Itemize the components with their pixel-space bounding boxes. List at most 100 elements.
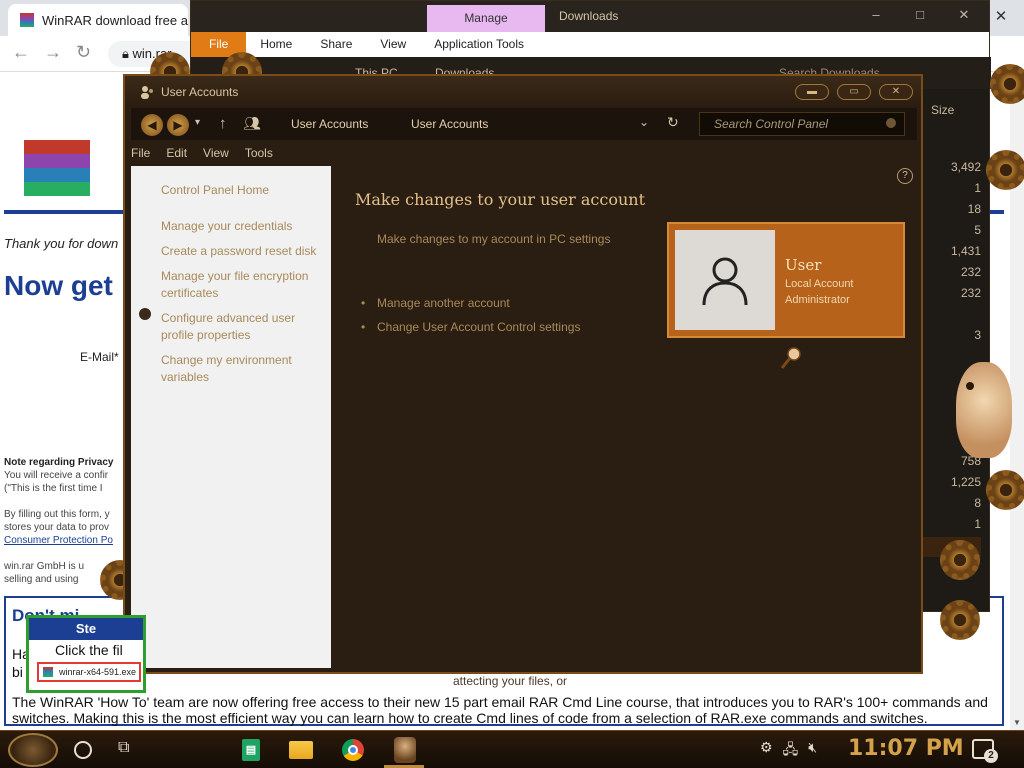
volume-muted-icon[interactable]: 🔇︎ — [808, 739, 817, 763]
user-name: User — [785, 256, 822, 274]
taskbar: ⧉ ▤ ⚙︎ 🖧︎ 🔇︎ 11:07 PM 2 — [0, 730, 1024, 768]
browser-tab[interactable]: WinRAR download free and — [8, 4, 188, 36]
manage-another-account-link[interactable]: Manage another account — [377, 296, 510, 310]
search-icon[interactable] — [886, 118, 896, 128]
action-center-icon[interactable]: 2 — [972, 739, 998, 763]
environment-variables-link[interactable]: Change my environment variables — [161, 352, 326, 386]
cortana-icon[interactable] — [74, 741, 92, 759]
privacy-line: win.rar GmbH is u — [4, 561, 85, 572]
explorer-titlebar: Manage Downloads – □ ✕ — [191, 1, 989, 32]
ribbon-tab-application-tools[interactable]: Application Tools — [420, 32, 538, 57]
maximize-button[interactable]: □ — [901, 5, 939, 25]
taskbar-app-user-accounts[interactable] — [386, 733, 424, 767]
ua-address-bar: ◀ ▶ ▾ ↑ 👥︎ User Accounts User Accounts ⌄… — [131, 108, 917, 140]
password-reset-disk-link[interactable]: Create a password reset disk — [161, 243, 326, 260]
forward-arrow-icon[interactable]: ▶ — [167, 114, 189, 136]
page-headline: Now get — [4, 270, 113, 301]
box-text-fragment: bi — [12, 664, 23, 680]
file-encryption-link[interactable]: Manage your file encryption certificates — [161, 268, 326, 302]
ribbon-tab-share[interactable]: Share — [306, 32, 366, 57]
winrar-file-icon — [43, 667, 53, 677]
privacy-line: By filling out this form, y — [4, 509, 110, 520]
privacy-line: stores your data to prov — [4, 522, 110, 533]
ua-menu-bar: File Edit View Tools — [131, 146, 273, 160]
gear-icon[interactable]: ⚙︎ — [760, 739, 773, 763]
close-button[interactable]: ✕ — [945, 5, 983, 25]
taskbar-app-chrome[interactable] — [334, 733, 372, 767]
chrome-icon — [342, 739, 364, 761]
page-title: Make changes to your user account — [355, 190, 645, 209]
ribbon-tab-home[interactable]: Home — [246, 32, 306, 57]
close-button[interactable]: ✕ — [879, 84, 913, 100]
avatar — [675, 230, 775, 330]
privacy-line: ("This is the first time I — [4, 483, 103, 494]
privacy-line: You will receive a confir — [4, 470, 109, 481]
explorer-ribbon: File Home Share View Application Tools — [191, 32, 989, 57]
ua-main-panel: Make changes to your user account Make c… — [331, 166, 921, 688]
pc-settings-link[interactable]: Make changes to my account in PC setting… — [377, 232, 610, 246]
gear-icon — [986, 470, 1024, 510]
user-accounts-window: User Accounts ▬ ▭ ✕ ◀ ▶ ▾ ↑ 👥︎ User Acco… — [123, 74, 923, 688]
gear-icon — [986, 150, 1024, 190]
uac-shield-icon: • — [361, 320, 366, 334]
taskbar-app-sheets[interactable]: ▤ — [232, 733, 270, 767]
folder-icon — [289, 741, 313, 759]
uac-settings-link[interactable]: Change User Account Control settings — [377, 320, 580, 334]
recent-locations-icon[interactable]: ▾ — [195, 117, 200, 128]
download-hint-header: Ste — [29, 618, 143, 640]
manage-credentials-link[interactable]: Manage your credentials — [161, 218, 326, 235]
network-icon[interactable]: 🖧︎ — [783, 739, 799, 763]
breadcrumb-user-accounts-current[interactable]: User Accounts — [411, 117, 488, 131]
user-avatar-icon — [702, 257, 748, 306]
control-panel-icon — [394, 737, 416, 763]
promo-text: The WinRAR 'How To' team are now offerin… — [12, 694, 988, 726]
winrar-logo — [24, 140, 90, 196]
task-view-icon[interactable]: ⧉ — [118, 739, 129, 757]
menu-view[interactable]: View — [203, 146, 229, 160]
size-column-header[interactable]: Size — [931, 103, 954, 117]
account-type: Local Account — [785, 278, 854, 290]
explorer-title: Downloads — [559, 9, 619, 23]
menu-edit[interactable]: Edit — [166, 146, 187, 160]
ribbon-tab-view[interactable]: View — [366, 32, 420, 57]
consumer-protection-link[interactable]: Consumer Protection Po — [4, 535, 113, 546]
menu-tools[interactable]: Tools — [245, 146, 273, 160]
ua-title: User Accounts — [161, 85, 239, 99]
scroll-down-arrow-icon[interactable]: ▼ — [1010, 716, 1024, 730]
reload-icon[interactable]: ↻ — [76, 42, 91, 63]
start-button[interactable] — [8, 733, 58, 767]
downloaded-file[interactable]: winrar-x64-591.exe — [37, 662, 141, 682]
system-tray: ⚙︎ 🖧︎ 🔇︎ — [760, 739, 817, 763]
shield-icon — [139, 308, 151, 320]
forward-arrow-icon[interactable]: → — [44, 42, 62, 63]
refresh-icon[interactable]: ↻ — [667, 114, 679, 131]
user-accounts-icon — [141, 86, 153, 99]
notification-count-badge: 2 — [984, 749, 998, 763]
control-panel-home-link[interactable]: Control Panel Home — [161, 182, 326, 199]
sheets-icon: ▤ — [242, 739, 260, 761]
manage-tab[interactable]: Manage — [427, 5, 545, 32]
user-accounts-icon: 👥︎ — [243, 115, 261, 131]
maximize-button[interactable]: ▭ — [837, 84, 871, 100]
hamster-desktop-pet-icon[interactable] — [956, 362, 1012, 458]
taskbar-clock[interactable]: 11:07 PM — [848, 736, 964, 761]
back-arrow-icon[interactable]: ◀ — [141, 114, 163, 136]
control-panel-search-input[interactable]: Search Control Panel — [699, 112, 905, 136]
download-hint: Ste Click the fil winrar-x64-591.exe — [26, 615, 146, 693]
browser-tab-title: WinRAR download free and — [42, 12, 188, 28]
advanced-profile-link[interactable]: Configure advanced user profile properti… — [161, 310, 326, 344]
menu-file[interactable]: File — [131, 146, 150, 160]
gear-icon — [940, 540, 980, 580]
taskbar-app-explorer[interactable] — [282, 733, 320, 767]
email-label: E-Mail* — [80, 350, 119, 364]
chevron-down-icon[interactable]: ⌄ — [639, 115, 649, 129]
breadcrumb-user-accounts[interactable]: User Accounts — [291, 117, 368, 131]
user-card: User Local Account Administrator — [667, 222, 905, 338]
back-arrow-icon[interactable]: ← — [12, 42, 30, 63]
ua-sidebar: Control Panel Home Manage your credentia… — [131, 166, 331, 668]
minimize-button[interactable]: ▬ — [795, 84, 829, 100]
downloaded-file-name: winrar-x64-591.exe — [59, 667, 137, 677]
minimize-button[interactable]: – — [857, 5, 895, 25]
up-arrow-icon[interactable]: ↑ — [219, 115, 227, 132]
gear-icon — [990, 64, 1024, 104]
